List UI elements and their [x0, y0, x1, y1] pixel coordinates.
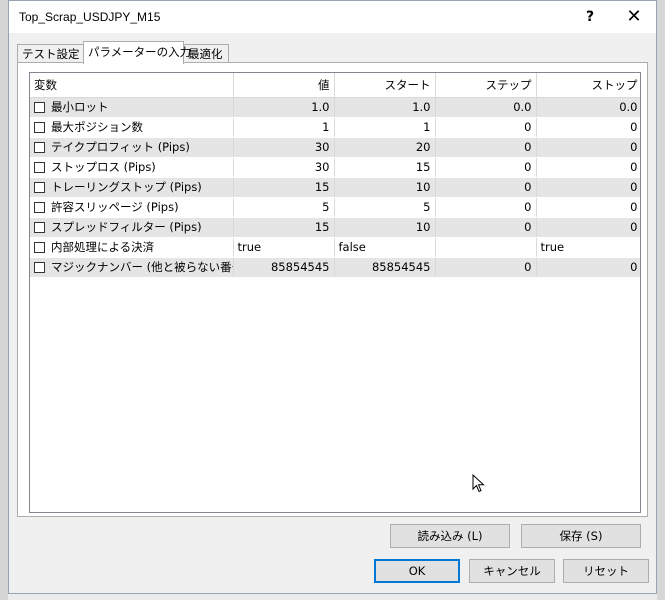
- param-name-cell: スプレッドフィルター (Pips): [30, 217, 234, 238]
- table-row[interactable]: ストップロス (Pips) 30 15 0 0: [30, 157, 640, 178]
- param-name-cell: 最小ロット: [30, 97, 234, 118]
- cancel-button[interactable]: キャンセル: [469, 559, 555, 583]
- param-name: ストップロス (Pips): [51, 160, 156, 174]
- table-row[interactable]: マジックナンバー (他と被らない番号) 85854545 85854545 0 …: [30, 257, 640, 278]
- param-name: マジックナンバー (他と被らない番号): [51, 260, 233, 274]
- param-name: 最小ロット: [51, 100, 109, 114]
- stop-cell[interactable]: 0: [536, 137, 640, 158]
- optimize-checkbox[interactable]: [34, 162, 45, 173]
- step-cell[interactable]: 0.0: [435, 97, 537, 118]
- stop-cell[interactable]: true: [536, 237, 640, 258]
- mouse-cursor-icon: [472, 474, 485, 493]
- window-title: Top_Scrap_USDJPY_M15: [19, 10, 161, 24]
- parameters-grid[interactable]: 変数 値 スタート ステップ ストップ 最小ロット 1.0 1.0 0.0 0.…: [29, 72, 641, 513]
- step-cell[interactable]: [435, 237, 537, 258]
- title-bar: Top_Scrap_USDJPY_M15 ? ✕: [9, 1, 656, 33]
- param-name-cell: 許容スリッページ (Pips): [30, 197, 234, 218]
- param-name-cell: 内部処理による決済: [30, 237, 234, 258]
- value-cell[interactable]: true: [233, 237, 335, 258]
- background-window-strip: [0, 0, 8, 600]
- step-cell[interactable]: 0: [435, 157, 537, 178]
- value-cell[interactable]: 85854545: [233, 257, 335, 278]
- table-row[interactable]: スプレッドフィルター (Pips) 15 10 0 0: [30, 217, 640, 238]
- value-cell[interactable]: 1.0: [233, 97, 335, 118]
- column-header-variable[interactable]: 変数: [30, 73, 234, 98]
- param-name-cell: ストップロス (Pips): [30, 157, 234, 178]
- param-name: スプレッドフィルター (Pips): [51, 220, 202, 234]
- param-name-cell: テイクプロフィット (Pips): [30, 137, 234, 158]
- optimize-checkbox[interactable]: [34, 122, 45, 133]
- step-cell[interactable]: 0: [435, 197, 537, 218]
- optimize-checkbox[interactable]: [34, 202, 45, 213]
- param-name: 最大ポジション数: [51, 120, 143, 134]
- value-cell[interactable]: 1: [233, 117, 335, 138]
- start-cell[interactable]: 10: [334, 177, 436, 198]
- background-window-strip-right: [657, 0, 665, 600]
- stop-cell[interactable]: 0: [536, 197, 640, 218]
- param-name: 許容スリッページ (Pips): [51, 200, 179, 214]
- start-cell[interactable]: 10: [334, 217, 436, 238]
- stop-cell[interactable]: 0: [536, 117, 640, 138]
- start-cell[interactable]: 20: [334, 137, 436, 158]
- step-cell[interactable]: 0: [435, 117, 537, 138]
- optimize-checkbox[interactable]: [34, 262, 45, 273]
- parameters-dialog: Top_Scrap_USDJPY_M15 ? ✕ テスト設定 パラメーターの入力…: [8, 0, 657, 594]
- table-row[interactable]: 許容スリッページ (Pips) 5 5 0 0: [30, 197, 640, 218]
- optimize-checkbox[interactable]: [34, 182, 45, 193]
- optimize-checkbox[interactable]: [34, 242, 45, 253]
- grid-header-row: 変数 値 スタート ステップ ストップ: [30, 73, 640, 98]
- param-name: トレーリングストップ (Pips): [51, 180, 202, 194]
- stop-cell[interactable]: 0: [536, 257, 640, 278]
- table-row[interactable]: 内部処理による決済 true false true: [30, 237, 640, 258]
- reset-button[interactable]: リセット: [563, 559, 649, 583]
- column-header-stop[interactable]: ストップ: [536, 73, 640, 98]
- load-button[interactable]: 読み込み (L): [390, 524, 510, 548]
- help-button[interactable]: ?: [569, 1, 611, 33]
- value-cell[interactable]: 30: [233, 137, 335, 158]
- optimize-checkbox[interactable]: [34, 142, 45, 153]
- param-name: テイクプロフィット (Pips): [51, 140, 190, 154]
- optimize-checkbox[interactable]: [34, 222, 45, 233]
- column-header-start[interactable]: スタート: [334, 73, 436, 98]
- table-row[interactable]: 最大ポジション数 1 1 0 0: [30, 117, 640, 138]
- start-cell[interactable]: 5: [334, 197, 436, 218]
- ok-button[interactable]: OK: [374, 559, 460, 583]
- tab-parameters[interactable]: パラメーターの入力: [83, 41, 191, 64]
- column-header-step[interactable]: ステップ: [435, 73, 537, 98]
- table-row[interactable]: トレーリングストップ (Pips) 15 10 0 0: [30, 177, 640, 198]
- param-name: 内部処理による決済: [51, 240, 155, 254]
- param-name-cell: 最大ポジション数: [30, 117, 234, 138]
- start-cell[interactable]: 1: [334, 117, 436, 138]
- start-cell[interactable]: false: [334, 237, 436, 258]
- close-button[interactable]: ✕: [613, 1, 655, 33]
- value-cell[interactable]: 5: [233, 197, 335, 218]
- stop-cell[interactable]: 0.0: [536, 97, 640, 118]
- param-name-cell: マジックナンバー (他と被らない番号): [30, 257, 234, 278]
- start-cell[interactable]: 85854545: [334, 257, 436, 278]
- stop-cell[interactable]: 0: [536, 157, 640, 178]
- table-row[interactable]: 最小ロット 1.0 1.0 0.0 0.0: [30, 97, 640, 118]
- start-cell[interactable]: 1.0: [334, 97, 436, 118]
- save-button[interactable]: 保存 (S): [521, 524, 641, 548]
- step-cell[interactable]: 0: [435, 257, 537, 278]
- step-cell[interactable]: 0: [435, 137, 537, 158]
- step-cell[interactable]: 0: [435, 217, 537, 238]
- step-cell[interactable]: 0: [435, 177, 537, 198]
- param-name-cell: トレーリングストップ (Pips): [30, 177, 234, 198]
- value-cell[interactable]: 30: [233, 157, 335, 178]
- column-header-value[interactable]: 値: [233, 73, 335, 98]
- table-row[interactable]: テイクプロフィット (Pips) 30 20 0 0: [30, 137, 640, 158]
- parameters-panel: 変数 値 スタート ステップ ストップ 最小ロット 1.0 1.0 0.0 0.…: [17, 62, 648, 517]
- value-cell[interactable]: 15: [233, 177, 335, 198]
- start-cell[interactable]: 15: [334, 157, 436, 178]
- tab-test-settings[interactable]: テスト設定: [17, 44, 84, 63]
- value-cell[interactable]: 15: [233, 217, 335, 238]
- optimize-checkbox[interactable]: [34, 102, 45, 113]
- stop-cell[interactable]: 0: [536, 217, 640, 238]
- stop-cell[interactable]: 0: [536, 177, 640, 198]
